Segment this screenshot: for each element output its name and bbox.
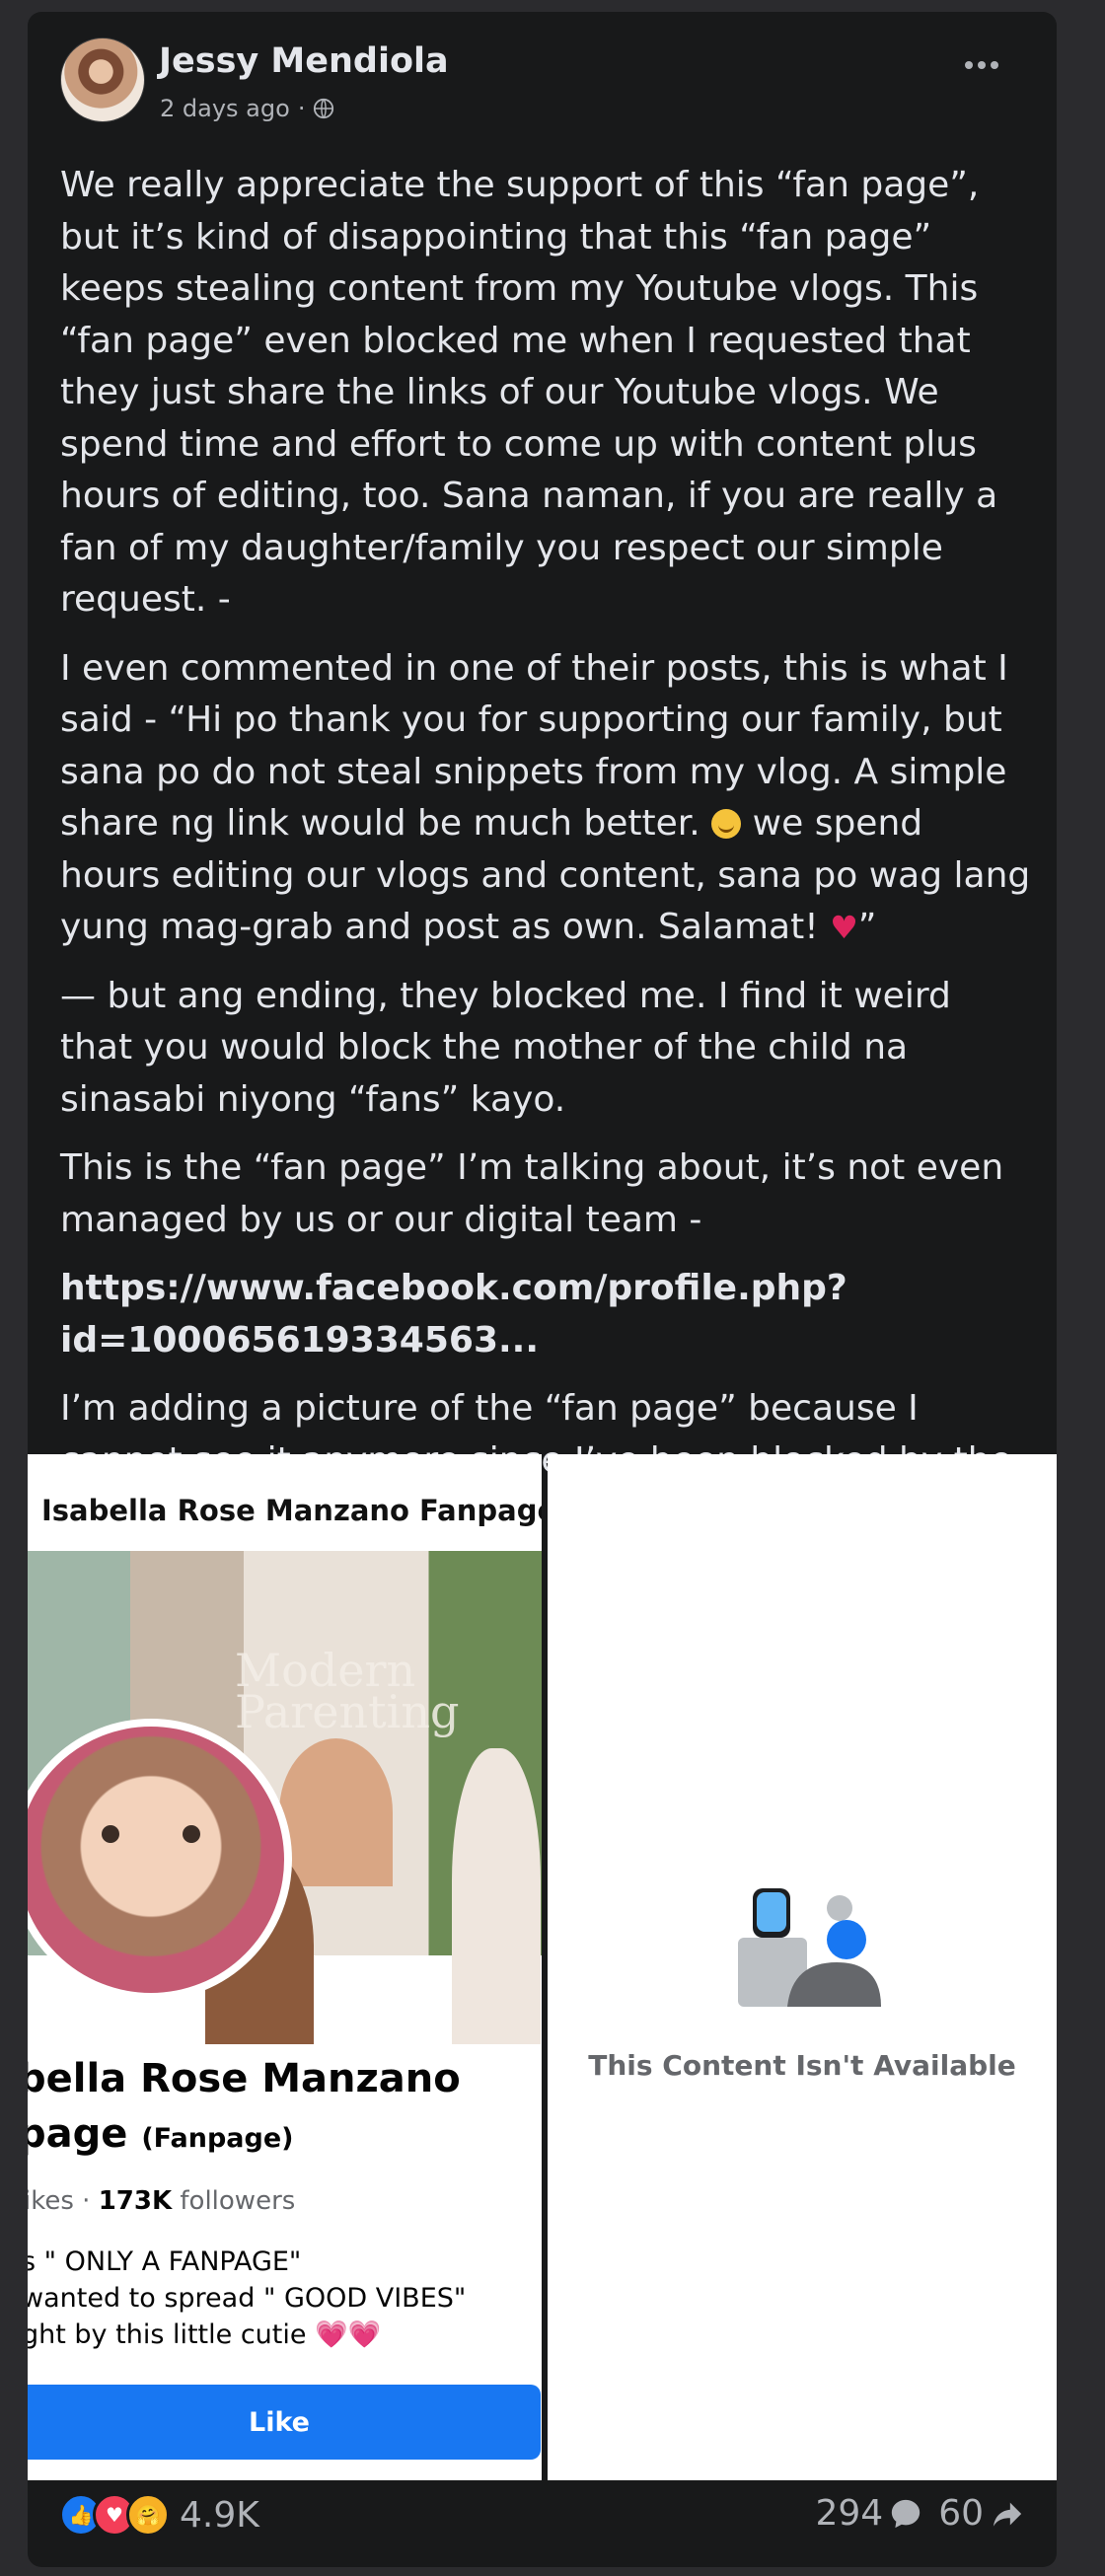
cover-person xyxy=(279,1738,393,1886)
post-meta: 2 days ago · xyxy=(160,95,334,122)
cover-person xyxy=(452,1748,541,2044)
cover-magazine-title: Modern Parenting xyxy=(235,1644,460,1738)
content-unavailable-text: This Content Isn't Available xyxy=(588,2049,1016,2082)
author-avatar[interactable] xyxy=(60,37,145,122)
unavailable-content-image[interactable]: This Content Isn't Available xyxy=(548,1454,1057,2480)
comment-count-button[interactable]: 294 xyxy=(815,2493,922,2534)
fanpage-name: bella Rose Manzano page (Fanpage) xyxy=(28,2051,461,2167)
fanpage-name-line2: page xyxy=(28,2111,128,2157)
smile-emoji-icon xyxy=(711,809,742,839)
fanpage-name-line1: bella Rose Manzano xyxy=(28,2056,461,2101)
reaction-count[interactable]: 4.9K xyxy=(180,2495,259,2536)
quote-close: ” xyxy=(857,907,877,947)
fanpage-stats: ikes · 173K followers xyxy=(28,2186,295,2216)
fanpage-link[interactable]: https://www.facebook.com/profile.php?id=… xyxy=(60,1263,1032,1366)
post-timestamp[interactable]: 2 days ago xyxy=(160,95,290,122)
paragraph-1: We really appreciate the support of this… xyxy=(60,165,998,620)
share-count: 60 xyxy=(938,2493,984,2534)
bio-line-3: ght by this little cutie 💗💗 xyxy=(28,2319,382,2350)
fanpage-bio: s " ONLY A FANPAGE" wanted to spread " G… xyxy=(28,2244,466,2353)
paragraph-4: This is the “fan page” I’m talking about… xyxy=(60,1147,1004,1240)
meta-separator: · xyxy=(297,95,306,122)
ellipsis-icon[interactable] xyxy=(965,61,998,69)
post-body: We really appreciate the support of this… xyxy=(60,160,1032,1556)
fanpage-name-suffix: (Fanpage) xyxy=(141,2123,294,2154)
followers-count: 173K xyxy=(98,2186,173,2216)
author-name[interactable]: Jessy Mendiola xyxy=(159,41,449,81)
engagement-stats: 294 60 xyxy=(815,2493,1025,2534)
comment-count: 294 xyxy=(815,2493,884,2534)
globe-icon xyxy=(314,98,334,119)
reaction-summary[interactable]: 👍 ♥ 🤗 4.9K xyxy=(59,2493,259,2537)
paragraph-2: I even commented in one of their posts, … xyxy=(60,643,1032,954)
people-unavailable-icon xyxy=(738,1888,881,2007)
bio-line-1: s " ONLY A FANPAGE" xyxy=(28,2246,302,2277)
comment-icon xyxy=(892,2499,921,2528)
post-card: Jessy Mendiola 2 days ago · We really ap… xyxy=(28,12,1057,2567)
stats-dot: · xyxy=(82,2186,91,2216)
likes-label: ikes xyxy=(28,2186,74,2216)
bio-line-2: wanted to spread " GOOD VIBES" xyxy=(28,2283,467,2314)
fanpage-header-title: Isabella Rose Manzano Fanpage xyxy=(41,1494,542,1527)
fanpage-screenshot-image[interactable]: Isabella Rose Manzano Fanpage Modern Par… xyxy=(28,1454,542,2480)
share-icon xyxy=(993,2502,1022,2527)
fanpage-like-button: Like xyxy=(28,2385,541,2460)
heart-emoji-icon: ♥ xyxy=(830,909,858,946)
paragraph-3: — but ang ending, they blocked me. I fin… xyxy=(60,975,951,1120)
share-count-button[interactable]: 60 xyxy=(938,2493,1025,2534)
followers-label: followers xyxy=(180,2186,296,2216)
care-icon: 🤗 xyxy=(126,2493,170,2537)
